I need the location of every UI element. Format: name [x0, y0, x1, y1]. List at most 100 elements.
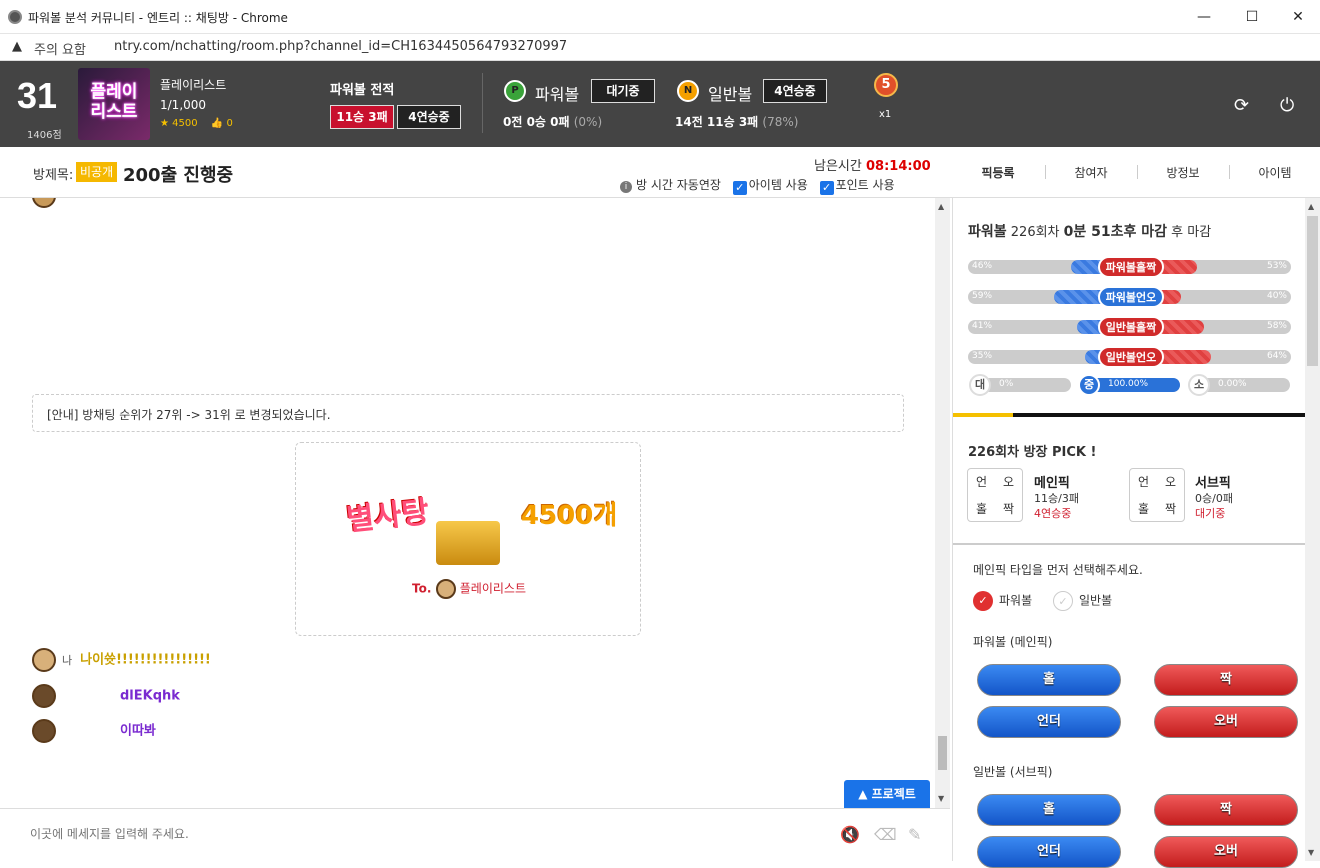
- gift-to-label: To.: [411, 581, 432, 596]
- power-icon[interactable]: ⏻: [1280, 95, 1294, 116]
- size-circle: 소: [1188, 374, 1210, 396]
- nickname: 플레이리스트: [160, 78, 227, 92]
- bar-normal-oddeven: 41% 58% 일반볼홀짝: [968, 316, 1291, 338]
- room-options: i방 시간 자동연장 ✓ 아이템 사용 ✓ 포인트 사용: [620, 176, 895, 195]
- system-notice: [안내] 방채팅 순위가 27위 -> 31위 로 변경되었습니다.: [32, 394, 904, 432]
- normalball-rate: (78%): [762, 115, 799, 129]
- normalball-even-button[interactable]: 짝: [1154, 794, 1298, 826]
- chat-scroll-thumb[interactable]: [938, 736, 947, 770]
- chat-scrollbar[interactable]: ▲ ▼: [935, 198, 950, 808]
- room-title-label: 방제목:: [33, 168, 74, 183]
- grid-odd: 홀: [1137, 502, 1150, 516]
- bar-powerball-underover: 59% 40% 파워볼언오: [968, 286, 1291, 308]
- star-count-row: ★ 4500 👍 0: [160, 118, 233, 129]
- protect-button[interactable]: ▲ 프로젝트: [844, 780, 930, 808]
- normalball-over-button[interactable]: 오버: [1154, 836, 1298, 868]
- member-count: 1/1,000: [160, 98, 207, 112]
- bar-normal-underover: 35% 64% 일반볼언오: [968, 346, 1291, 368]
- grid-even: 짝: [1164, 502, 1177, 516]
- tab-items[interactable]: 아이템: [1229, 164, 1320, 181]
- powerball-odd-button[interactable]: 홀: [977, 664, 1121, 696]
- grid-over: 오: [1002, 475, 1015, 489]
- check-icon: ✓: [1053, 591, 1073, 611]
- room-title: 200출 진행중: [123, 165, 234, 186]
- powerball-even-button[interactable]: 짝: [1154, 664, 1298, 696]
- panel-scrollbar[interactable]: ▲ ▼: [1305, 198, 1320, 861]
- security-warning[interactable]: 주의 요함: [34, 39, 86, 58]
- eraser-icon[interactable]: ⌫: [874, 825, 897, 844]
- radio-normalball[interactable]: ✓ 일반볼: [1053, 591, 1112, 611]
- user-avatar-icon: [32, 684, 56, 708]
- pick-panel: 파워볼 226회차 0분 51초후 마감 후 마감 46% 53% 파워볼홀짝 59…: [952, 198, 1306, 868]
- message-input[interactable]: [30, 827, 780, 841]
- round-progress: [953, 413, 1306, 417]
- main-pick-section-label: 파워볼 (메인픽): [973, 635, 1053, 649]
- main-pick-grid: 언 오 홀 짝: [967, 468, 1023, 522]
- tab-pick-register[interactable]: 픽등록: [952, 164, 1044, 181]
- bar-right-pct: 40%: [1266, 291, 1287, 301]
- bar-left-pct: 41%: [972, 321, 993, 331]
- star-icon: ★: [160, 118, 169, 129]
- chat-area[interactable]: [안내] 방채팅 순위가 27위 -> 31위 로 변경되었습니다. 별사탕 4…: [0, 198, 935, 808]
- mute-icon[interactable]: 🔇: [840, 825, 860, 844]
- powerball-coin-icon: P: [504, 80, 526, 102]
- scroll-down-icon[interactable]: ▼: [1308, 848, 1314, 857]
- scroll-up-icon[interactable]: ▲: [1308, 202, 1314, 211]
- warning-icon: ▲: [12, 39, 22, 54]
- close-button[interactable]: ✕: [1278, 4, 1318, 30]
- medal-multiplier: x1: [879, 109, 892, 120]
- panel-scroll-thumb[interactable]: [1307, 216, 1318, 366]
- powerball-rate: (0%): [573, 115, 603, 129]
- size-value: 100.00%: [1108, 379, 1149, 389]
- address-bar[interactable]: ▲ 주의 요함 ntry.com/nchatting/room.php?chan…: [0, 34, 1320, 61]
- gift-title: 별사탕: [344, 494, 431, 539]
- message-text: 나이쓧!!!!!!!!!!!!!!!!: [80, 652, 211, 668]
- bar-right-pct: 64%: [1266, 351, 1287, 361]
- size-value: 0.00%: [1218, 379, 1247, 389]
- scroll-up-icon[interactable]: ▲: [938, 202, 944, 211]
- item-use-label[interactable]: 아이템 사용: [749, 178, 808, 192]
- magic-wand-icon[interactable]: ✎: [908, 825, 921, 844]
- chrome-icon: [8, 10, 22, 24]
- normalball-coin-icon: N: [677, 80, 699, 102]
- grid-under: 언: [975, 475, 988, 489]
- gift-box-icon: [436, 521, 500, 565]
- url-text[interactable]: ntry.com/nchatting/room.php?channel_id=C…: [114, 39, 567, 54]
- thumbs-up-icon: 👍: [210, 118, 224, 129]
- check-icon: ✓: [973, 591, 993, 611]
- normalball-record-text: 14전 11승 3패: [675, 115, 759, 129]
- maximize-button[interactable]: ☐: [1232, 4, 1272, 30]
- scroll-down-icon[interactable]: ▼: [938, 794, 944, 803]
- point-use-label[interactable]: 포인트 사용: [836, 178, 895, 192]
- sub-pick-title: 서브픽: [1195, 476, 1231, 491]
- auto-extend-label[interactable]: 방 시간 자동연장: [636, 178, 721, 192]
- point-use-checkbox[interactable]: ✓: [819, 181, 834, 195]
- normalball-under-button[interactable]: 언더: [977, 836, 1121, 868]
- powerball-status: 대기중: [591, 79, 655, 103]
- tab-participants[interactable]: 참여자: [1045, 164, 1137, 181]
- gift-card: 별사탕 4500개 To. 플레이리스트: [295, 442, 641, 636]
- bar-right-pct: 53%: [1266, 261, 1287, 271]
- radio-powerball[interactable]: ✓ 파워볼: [973, 591, 1032, 611]
- star-count: 4500: [172, 118, 198, 129]
- normalball-label: 일반볼: [708, 85, 753, 104]
- main-pick-status: 4연승중: [1034, 507, 1072, 520]
- size-value: 0%: [999, 379, 1014, 389]
- refresh-icon[interactable]: ⟳: [1234, 95, 1249, 116]
- recipient-avatar-icon: [435, 579, 456, 599]
- minimize-button[interactable]: —: [1184, 4, 1224, 30]
- message-sender: 나: [62, 653, 73, 667]
- powerball-under-button[interactable]: 언더: [977, 706, 1121, 738]
- tab-room-info[interactable]: 방정보: [1137, 164, 1229, 181]
- item-use-checkbox[interactable]: ✓: [732, 181, 747, 195]
- bar-left-pct: 46%: [972, 261, 993, 271]
- normalball-odd-button[interactable]: 홀: [977, 794, 1121, 826]
- powerball-record-label: 파워볼 전적: [330, 83, 395, 98]
- info-icon: i: [620, 181, 632, 193]
- powerball-record: 0전 0승 0패 (0%): [503, 113, 602, 130]
- powerball-over-button[interactable]: 오버: [1154, 706, 1298, 738]
- size-bar-medium: 중 100.00%: [1078, 374, 1180, 396]
- sub-pick-grid: 언 오 홀 짝: [1129, 468, 1185, 522]
- gift-count: 4500개: [521, 501, 618, 531]
- main-pick-title: 메인픽: [1034, 476, 1070, 491]
